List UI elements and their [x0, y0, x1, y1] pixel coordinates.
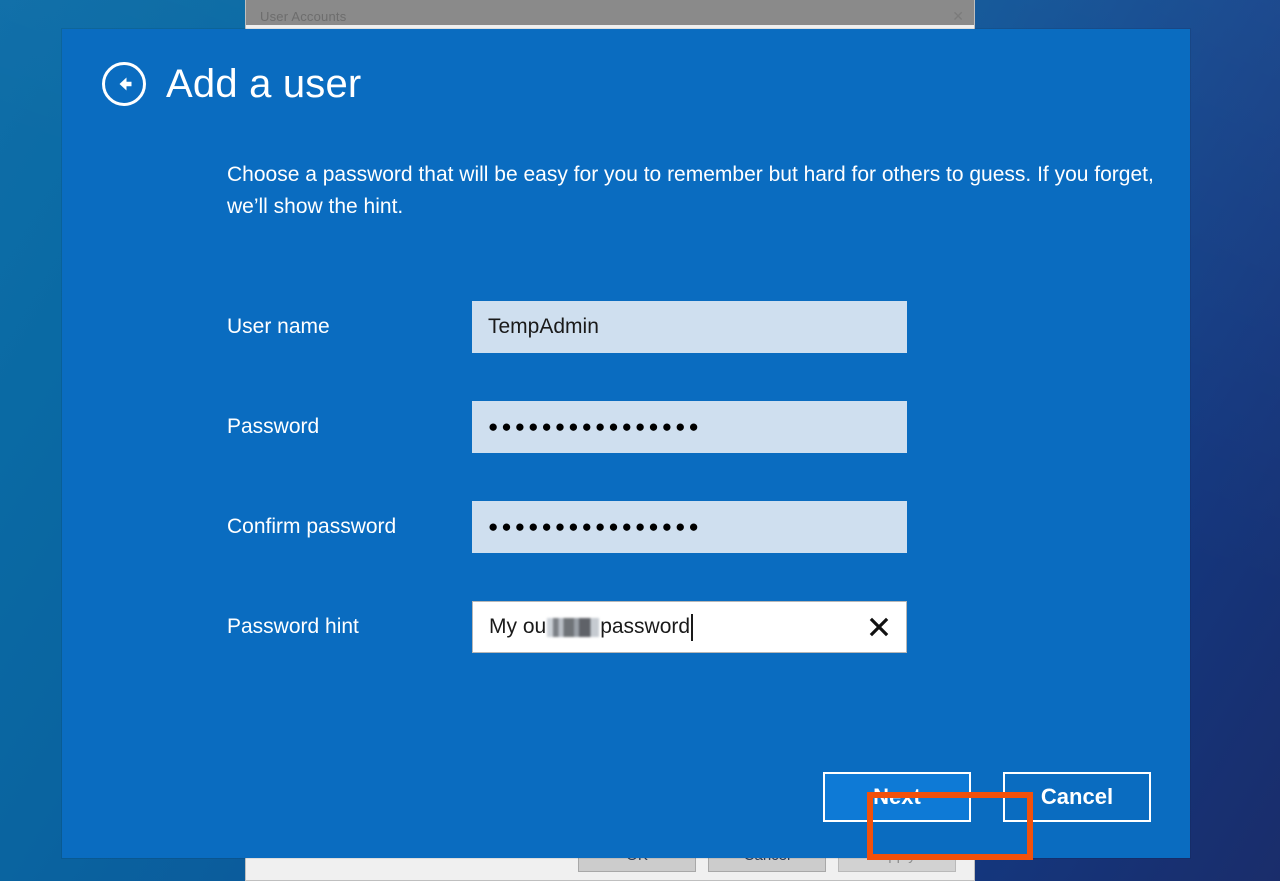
- password-hint-value-prefix: My ou: [489, 615, 547, 638]
- form-row-confirm-password: Confirm password ●●●●●●●●●●●●●●●●: [227, 477, 1157, 577]
- password-label: Password: [227, 415, 320, 438]
- next-button[interactable]: Next: [823, 772, 971, 822]
- background-window-titlebar[interactable]: User Accounts ✕: [246, 0, 974, 25]
- password-hint-label: Password hint: [227, 615, 359, 638]
- dialog-footer: Next Cancel: [823, 772, 1151, 822]
- user-name-label: User name: [227, 315, 330, 338]
- confirm-password-value: ●●●●●●●●●●●●●●●●: [488, 517, 702, 536]
- clear-x-icon[interactable]: [866, 614, 892, 640]
- user-name-input[interactable]: TempAdmin: [472, 301, 907, 353]
- confirm-password-input[interactable]: ●●●●●●●●●●●●●●●●: [472, 501, 907, 553]
- close-icon[interactable]: ✕: [952, 9, 964, 24]
- form-row-password-hint: Password hint My ou password: [227, 577, 1157, 677]
- password-hint-input[interactable]: My ou password: [472, 601, 907, 653]
- dialog-header: Add a user: [102, 62, 361, 106]
- page-title: Add a user: [166, 62, 362, 106]
- text-caret: [691, 613, 694, 641]
- form-row-user-name: User name TempAdmin: [227, 277, 1157, 377]
- add-user-dialog: Add a user Choose a password that will b…: [62, 29, 1190, 860]
- add-user-form: User name TempAdmin Password ●●●●●●●●●●●…: [227, 277, 1157, 677]
- confirm-password-label: Confirm password: [227, 515, 397, 538]
- user-name-value: TempAdmin: [488, 315, 599, 338]
- password-hint-value-suffix: password: [600, 615, 691, 638]
- dialog-description: Choose a password that will be easy for …: [227, 163, 1154, 218]
- cancel-button[interactable]: Cancel: [1003, 772, 1151, 822]
- background-window-title: User Accounts: [260, 9, 347, 24]
- form-row-password: Password ●●●●●●●●●●●●●●●●: [227, 377, 1157, 477]
- password-hint-value: My ou password: [489, 613, 694, 641]
- password-value: ●●●●●●●●●●●●●●●●: [488, 417, 702, 436]
- redacted-text-block: [547, 617, 600, 637]
- password-input[interactable]: ●●●●●●●●●●●●●●●●: [472, 401, 907, 453]
- back-arrow-icon[interactable]: [102, 62, 146, 106]
